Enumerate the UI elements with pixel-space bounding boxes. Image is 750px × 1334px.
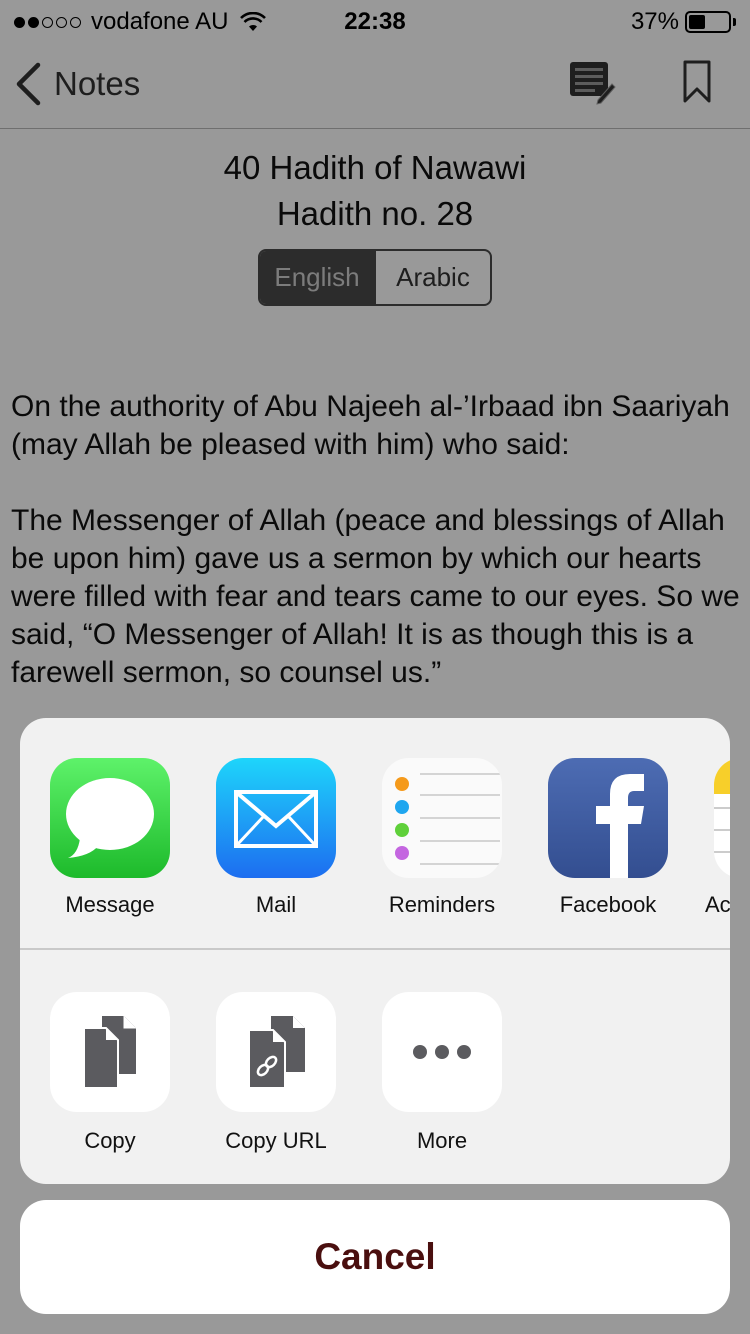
share-actions-row: Copy Copy URL More — [20, 952, 730, 1184]
action-label: More — [416, 1128, 468, 1153]
share-app-mail[interactable]: Mail — [201, 758, 351, 918]
share-apps-row: Message Mail Reminders Facebook Ac — [20, 718, 730, 950]
share-app-message[interactable]: Message — [35, 758, 185, 918]
action-copy-url[interactable]: Copy URL — [201, 992, 351, 1154]
share-app-label: Ac — [705, 892, 730, 917]
share-app-reminders[interactable]: Reminders — [367, 758, 517, 918]
copy-url-icon — [216, 992, 336, 1112]
share-app-label: Facebook — [559, 892, 657, 917]
message-icon — [50, 758, 170, 878]
action-label: Copy — [84, 1128, 136, 1153]
share-sheet: Message Mail Reminders Facebook Ac Copy … — [20, 718, 730, 1184]
share-app-label: Message — [65, 892, 155, 917]
action-more[interactable]: More — [367, 992, 517, 1154]
action-label: Copy URL — [225, 1128, 327, 1153]
share-app-facebook[interactable]: Facebook — [533, 758, 683, 918]
more-icon — [382, 992, 502, 1112]
facebook-icon — [548, 758, 668, 878]
copy-icon — [50, 992, 170, 1112]
notes-app-icon — [714, 758, 730, 878]
action-copy[interactable]: Copy — [35, 992, 185, 1154]
reminders-icon — [382, 758, 502, 878]
cancel-button[interactable]: Cancel — [20, 1200, 730, 1314]
share-app-partial[interactable]: Ac — [699, 758, 730, 918]
share-app-label: Mail — [255, 892, 297, 917]
share-app-label: Reminders — [388, 892, 496, 917]
mail-icon — [216, 758, 336, 878]
